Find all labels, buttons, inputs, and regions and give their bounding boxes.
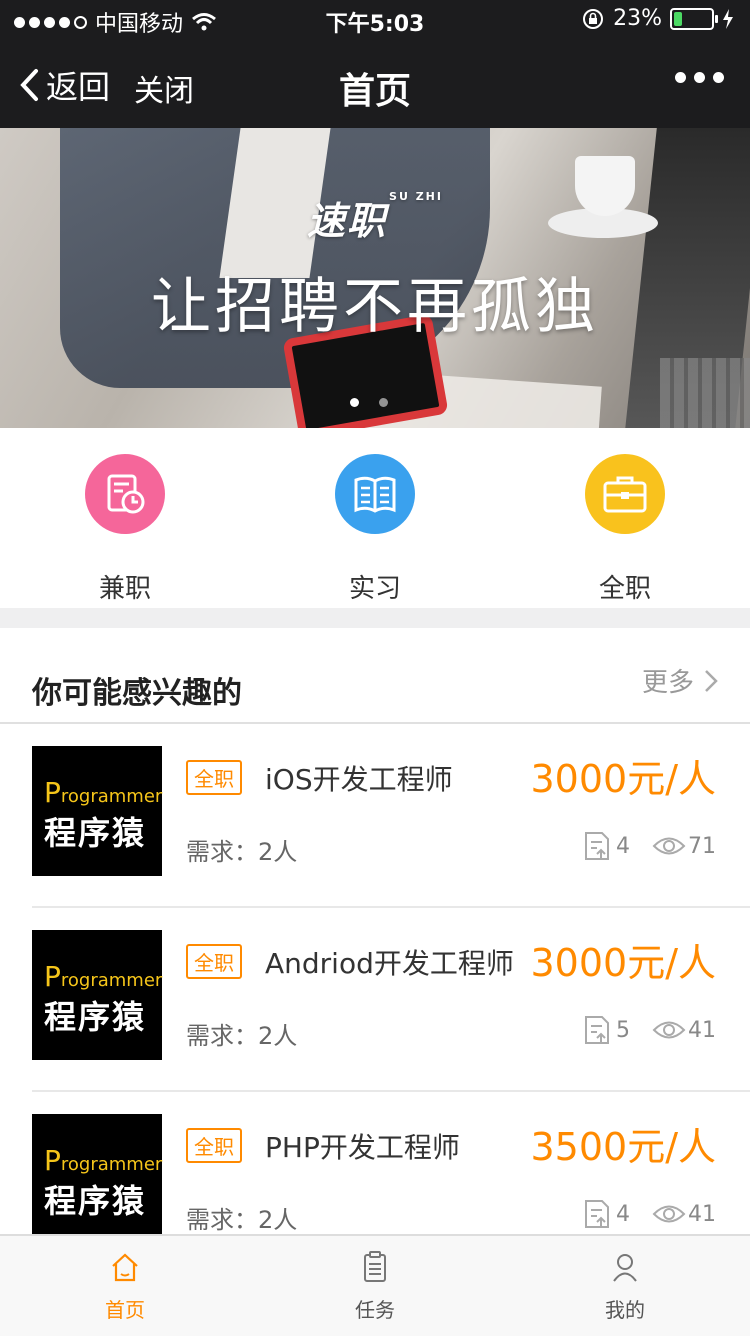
battery-percent: 23% [613,6,662,31]
tab-mine[interactable]: 我的 [500,1236,750,1336]
job-type-badge: 全职 [186,760,242,795]
charging-icon [723,8,733,29]
back-label: 返回 [46,68,111,106]
eye-icon [652,837,686,855]
category-grid: 兼职 实习 全职 [0,428,750,608]
job-price: 3000元/人 [530,757,716,801]
eye-icon [652,1205,686,1223]
job-thumbnail: Programmer 程序猿 [32,1114,162,1244]
close-button[interactable]: 关闭 [134,66,194,110]
category-internship[interactable]: 实习 [250,428,500,608]
tab-tasks[interactable]: 任务 [250,1236,500,1336]
job-stats: 4 71 [580,830,716,862]
job-price: 3500元/人 [530,1125,716,1169]
application-count: 4 [616,833,630,859]
application-icon [585,832,609,860]
category-label: 全职 [598,574,651,604]
job-requirement: 需求：2人 [186,1022,298,1050]
back-button[interactable]: 返回 [20,62,110,108]
job-stats: 4 41 [580,1198,716,1230]
category-label: 兼职 [98,574,151,604]
document-clock-icon [85,454,165,534]
job-price: 3000元/人 [530,941,716,985]
category-part-time[interactable]: 兼职 [0,428,250,608]
application-icon [585,1200,609,1228]
view-count: 41 [688,1017,716,1043]
orientation-lock-icon [583,8,604,29]
book-icon [335,454,415,534]
job-title: PHP开发工程师 [265,1131,460,1164]
job-title: Andriod开发工程师 [265,947,514,980]
job-type-badge: 全职 [186,1128,242,1163]
banner-logo: 速职SU ZHI [307,190,443,243]
carousel-dot[interactable] [350,398,359,407]
job-thumbnail: Programmer 程序猿 [32,930,162,1060]
briefcase-icon [585,454,665,534]
job-item[interactable]: Programmer 程序猿 全职 Andriod开发工程师 3000元/人 需… [0,908,750,1092]
application-count: 4 [616,1201,630,1227]
status-bar: 中国移动 下午5:03 23% [0,0,750,40]
chevron-left-icon [20,69,38,101]
category-label: 实习 [348,574,401,604]
banner-slogan: 让招聘不再孤独 [151,272,599,342]
battery-icon [670,7,718,30]
banner-photo-keyboard [660,358,750,428]
nav-bar: 返回 关闭 首页 [0,40,750,128]
job-stats: 5 41 [580,1014,716,1046]
application-icon [585,1016,609,1044]
more-menu-button[interactable] [675,72,724,83]
tab-label: 我的 [605,1298,645,1322]
tab-label: 任务 [355,1298,395,1322]
view-count: 71 [688,833,716,859]
status-right: 23% [581,6,734,31]
job-type-badge: 全职 [186,944,242,979]
more-link[interactable]: 更多 [642,662,718,699]
application-count: 5 [616,1017,630,1043]
section-separator [0,608,750,628]
more-label: 更多 [641,668,694,698]
user-icon [613,1254,637,1282]
job-thumbnail: Programmer 程序猿 [32,746,162,876]
view-count: 41 [688,1201,716,1227]
job-requirement: 需求：2人 [186,1206,298,1234]
job-requirement: 需求：2人 [186,838,298,866]
tab-bar: 首页 任务 我的 [0,1234,750,1336]
chevron-right-icon [705,669,718,692]
tab-label: 首页 [105,1298,145,1322]
page-title: 首页 [338,71,411,112]
category-full-time[interactable]: 全职 [500,428,750,608]
home-icon [112,1253,138,1282]
banner-carousel[interactable]: 速职SU ZHI 让招聘不再孤独 [0,128,750,428]
job-title: iOS开发工程师 [265,763,453,796]
job-item[interactable]: Programmer 程序猿 全职 iOS开发工程师 3000元/人 需求：2人… [0,724,750,908]
clipboard-icon [364,1251,386,1282]
carousel-dot[interactable] [379,398,388,407]
tab-home[interactable]: 首页 [0,1236,250,1336]
carousel-indicator [350,398,388,407]
eye-icon [652,1021,686,1039]
section-title: 你可能感兴趣的 [32,676,242,711]
